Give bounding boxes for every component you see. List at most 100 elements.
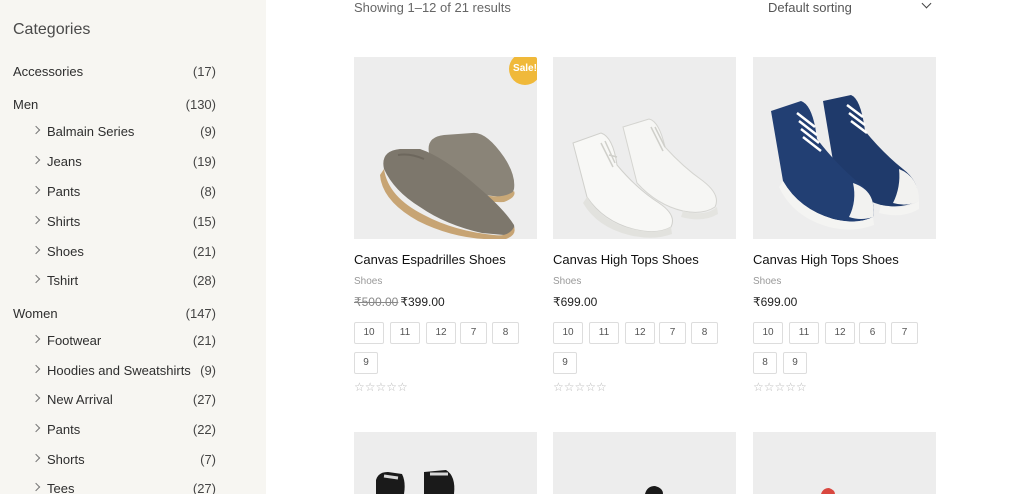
category-women[interactable]: Women (147) [0,303,266,325]
product-category[interactable]: Shoes [753,276,781,287]
sidebar-title: Categories [13,21,91,38]
white-high-top-shoes-image [553,57,736,239]
category-men[interactable]: Men (130) [0,94,266,116]
size-option[interactable]: 9 [553,352,577,374]
category-label: Pants [47,184,81,199]
category-label: Men [13,97,39,112]
product-title[interactable]: Canvas High Tops Shoes [753,252,899,267]
product-price: ₹699.00 [753,295,797,309]
product-image[interactable] [753,57,936,239]
size-option[interactable]: 11 [390,322,420,344]
size-option[interactable]: 8 [753,352,777,374]
chevron-right-icon [31,245,41,255]
size-option[interactable]: 7 [460,322,487,344]
category-count: (27) [192,481,216,494]
size-option[interactable]: 12 [825,322,855,344]
size-option[interactable]: 11 [789,322,819,344]
espadrille-shoes-image [354,57,537,239]
category-footwear[interactable]: Footwear (21) [0,330,266,352]
size-option[interactable]: 7 [659,322,686,344]
size-option[interactable]: 7 [891,322,918,344]
category-shirts[interactable]: Shirts (15) [0,211,266,233]
category-balmain-series[interactable]: Balmain Series (9) [0,121,266,143]
category-label: New Arrival [47,392,113,407]
category-label: Women [13,306,58,321]
category-count: (21) [192,244,216,259]
chevron-right-icon [31,423,41,433]
category-count: (27) [192,392,216,407]
category-label: Balmain Series [47,124,135,139]
sale-price: ₹399.00 [400,295,445,309]
category-jeans[interactable]: Jeans (19) [0,151,266,173]
product-category[interactable]: Shoes [354,276,382,287]
dark-shoe-image [645,486,663,494]
size-option[interactable]: 9 [783,352,807,374]
rating-stars: ☆☆☆☆☆ [354,380,408,394]
category-accessories[interactable]: Accessories (17) [0,61,266,83]
category-count: (8) [200,184,216,199]
chevron-right-icon [31,364,41,374]
product-image[interactable] [753,432,936,494]
product-title[interactable]: Canvas Espadrilles Shoes [354,252,506,267]
chevron-right-icon [31,393,41,403]
product-title[interactable]: Canvas High Tops Shoes [553,252,699,267]
category-label: Tshirt [47,273,79,288]
rating-stars: ☆☆☆☆☆ [753,380,807,394]
category-tees[interactable]: Tees (27) [0,478,266,494]
category-shorts[interactable]: Shorts (7) [0,449,266,471]
category-label: Shorts [47,452,85,467]
size-option[interactable]: 12 [625,322,655,344]
size-option[interactable]: 8 [492,322,519,344]
sorting-select[interactable]: Default sorting [768,0,936,16]
size-option[interactable]: 12 [426,322,456,344]
size-option[interactable]: 10 [753,322,783,344]
chevron-right-icon [31,155,41,165]
chevron-right-icon [31,334,41,344]
product-image[interactable] [553,57,736,239]
category-label: Tees [47,481,75,494]
category-new-arrival[interactable]: New Arrival (27) [0,389,266,411]
category-label: Jeans [47,154,82,169]
category-count: (19) [192,154,216,169]
category-count: (7) [200,452,216,467]
size-option[interactable]: 9 [354,352,378,374]
navy-high-top-shoes-image [753,57,936,239]
size-option[interactable]: 8 [691,322,718,344]
old-price: ₹500.00 [354,295,399,309]
black-shoes-image [376,470,455,494]
category-label: Pants [47,422,81,437]
chevron-right-icon [31,453,41,463]
size-option[interactable]: 10 [354,322,384,344]
category-count: (22) [192,422,216,437]
category-count: (21) [192,333,216,348]
red-shoe-image [821,488,835,494]
product-category[interactable]: Shoes [553,276,581,287]
sorting-label: Default sorting [768,0,852,15]
price: ₹699.00 [553,295,598,309]
size-option[interactable]: 10 [553,322,583,344]
product-image[interactable] [553,432,736,494]
results-count: Showing 1–12 of 21 results [354,0,511,15]
category-tshirt[interactable]: Tshirt (28) [0,270,266,292]
category-women-pants[interactable]: Pants (22) [0,419,266,441]
category-count: (130) [185,97,216,112]
category-pants[interactable]: Pants (8) [0,181,266,203]
price: ₹699.00 [753,295,798,309]
category-count: (17) [192,64,216,79]
category-count: (147) [185,306,216,321]
product-image[interactable] [354,432,537,494]
size-option[interactable]: 11 [589,322,619,344]
chevron-down-icon [921,0,932,9]
category-label: Accessories [13,64,84,79]
category-count: (9) [200,363,216,378]
product-price: ₹500.00 ₹399.00 [354,295,445,309]
category-count: (28) [192,273,216,288]
category-hoodies-and-sweatshirts[interactable]: Hoodies and Sweatshirts (9) [0,360,266,382]
product-image[interactable]: Sale! [354,57,537,239]
rating-stars: ☆☆☆☆☆ [553,380,607,394]
chevron-right-icon [31,482,41,492]
category-label: Footwear [47,333,102,348]
size-option[interactable]: 6 [859,322,886,344]
category-shoes[interactable]: Shoes (21) [0,241,266,263]
chevron-right-icon [31,274,41,284]
